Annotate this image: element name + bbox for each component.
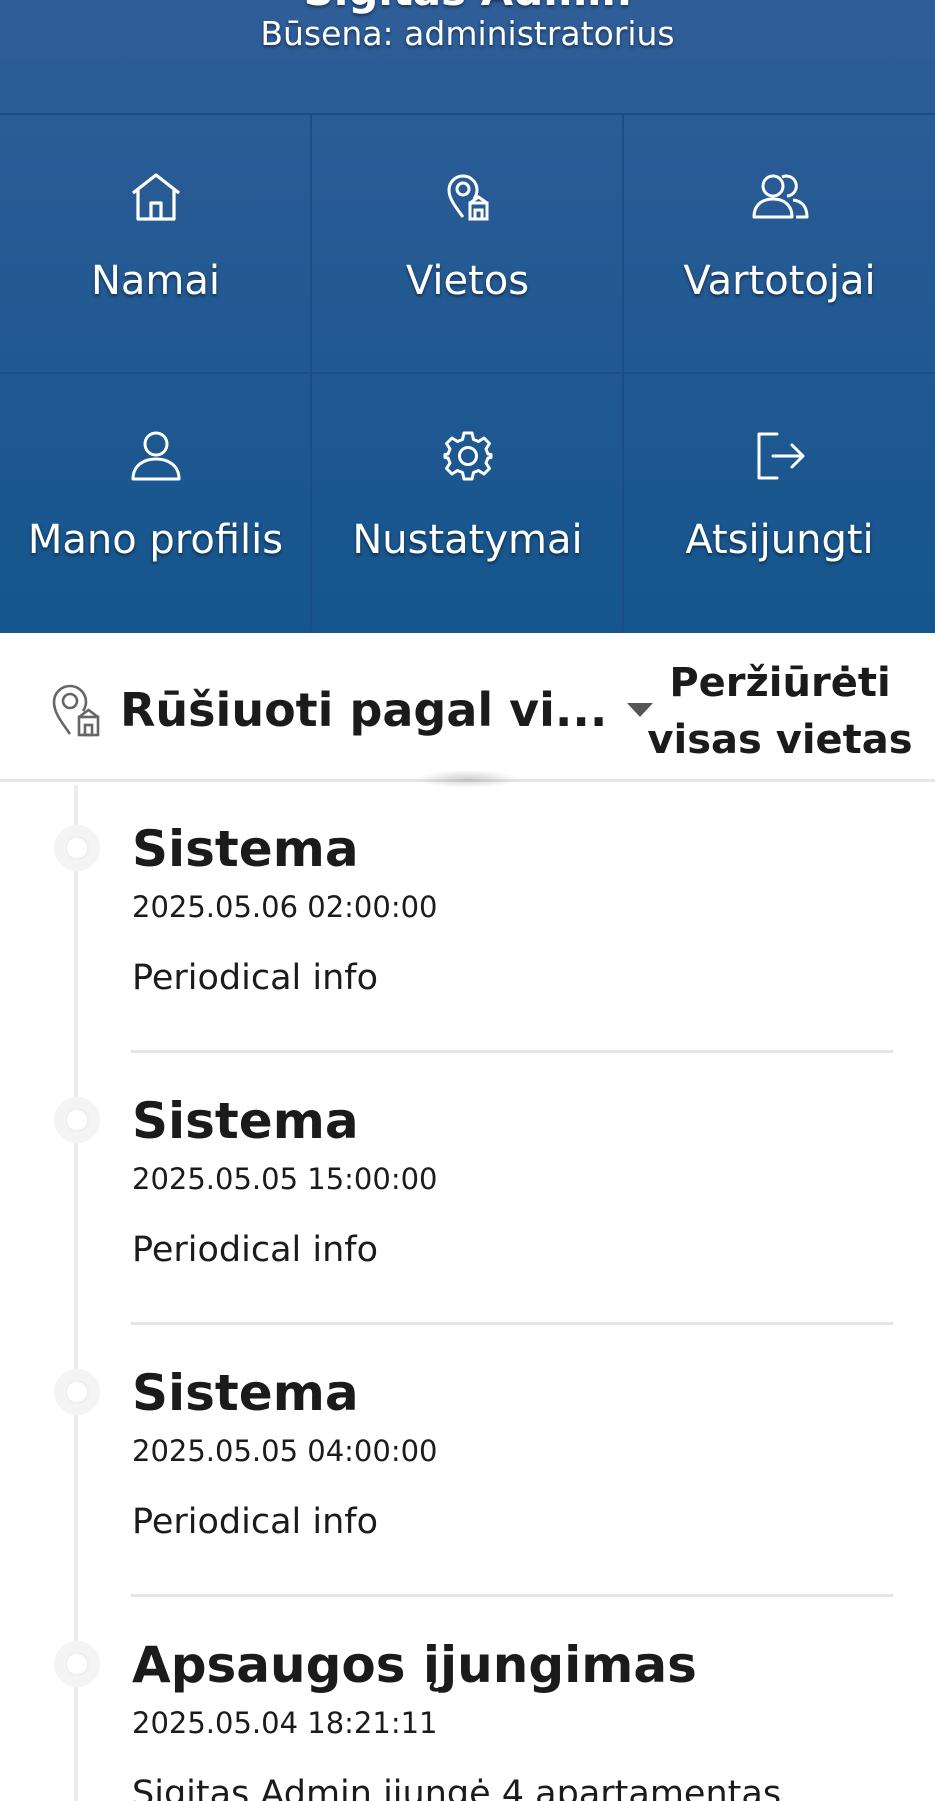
sort-dropdown[interactable]: Rūšiuoti pagal vi... xyxy=(50,665,654,755)
grid-divider xyxy=(622,115,624,633)
menu-label-home: Namai xyxy=(90,258,221,304)
event-title: Apsaugos įjungimas xyxy=(132,1636,697,1694)
menu-tile-settings[interactable]: Nustatymai xyxy=(312,374,623,632)
user-status: Būsena: administratorius xyxy=(260,14,675,53)
location-pin-icon xyxy=(52,684,100,737)
app-header: Sigitas Admin Būsena: administratorius N… xyxy=(0,0,935,633)
view-all-line-2: visas vietas xyxy=(647,717,913,763)
timeline-event[interactable]: Sistema 2025.05.06 02:00:00 Periodical i… xyxy=(0,785,935,1057)
menu-label-locations: Vietos xyxy=(405,258,530,304)
event-description: Periodical info xyxy=(132,1502,379,1542)
event-title: Sistema xyxy=(132,820,359,878)
timeline-dot xyxy=(54,1097,100,1143)
filter-bar: Rūšiuoti pagal vi... Peržiūrėti visas vi… xyxy=(0,633,935,782)
event-description: Periodical info xyxy=(132,1230,379,1270)
gear-icon xyxy=(312,430,623,482)
event-separator xyxy=(131,1322,893,1325)
timeline-event[interactable]: Sistema 2025.05.05 04:00:00 Periodical i… xyxy=(0,1329,935,1601)
view-all-line-1: Peržiūrėti xyxy=(669,660,891,706)
menu-label-users: Vartotojai xyxy=(683,258,876,304)
timeline-event[interactable]: Apsaugos įjungimas 2025.05.04 18:21:11 S… xyxy=(0,1601,935,1801)
view-all-locations-button[interactable]: Peržiūrėti visas vietas xyxy=(640,655,920,769)
grid-divider xyxy=(310,115,312,633)
sort-dropdown-value: Rūšiuoti pagal vi... xyxy=(120,683,608,737)
event-title: Sistema xyxy=(132,1364,359,1422)
event-separator xyxy=(131,1594,893,1597)
event-timestamp: 2025.05.04 18:21:11 xyxy=(132,1706,438,1740)
logout-icon xyxy=(624,430,935,482)
menu-tile-locations[interactable]: Vietos xyxy=(312,115,623,373)
event-separator xyxy=(131,1050,893,1053)
menu-tile-users[interactable]: Vartotojai xyxy=(624,115,935,373)
menu-label-settings: Nustatymai xyxy=(352,517,583,563)
timeline-dot xyxy=(54,825,100,871)
menu-tile-profile[interactable]: Mano profilis xyxy=(0,374,311,632)
event-title: Sistema xyxy=(132,1092,359,1150)
grid-divider xyxy=(0,372,935,374)
event-timestamp: 2025.05.05 04:00:00 xyxy=(132,1434,438,1468)
event-timestamp: 2025.05.06 02:00:00 xyxy=(132,890,438,924)
location-pin-icon xyxy=(312,171,623,223)
event-description: Periodical info xyxy=(132,958,379,998)
menu-tile-home[interactable]: Namai xyxy=(0,115,311,373)
users-icon xyxy=(624,171,935,223)
home-icon xyxy=(0,171,311,223)
user-icon xyxy=(0,430,311,482)
menu-label-logout: Atsijungti xyxy=(685,517,874,563)
timeline-dot xyxy=(54,1369,100,1415)
event-timeline[interactable]: Sistema 2025.05.06 02:00:00 Periodical i… xyxy=(0,785,935,1801)
event-description: Sigitas Admin įjungė 4 apartamentas xyxy=(132,1774,782,1801)
menu-label-profile: Mano profilis xyxy=(27,517,284,563)
event-timestamp: 2025.05.05 15:00:00 xyxy=(132,1162,438,1196)
timeline-event[interactable]: Sistema 2025.05.05 15:00:00 Periodical i… xyxy=(0,1057,935,1329)
menu-tile-logout[interactable]: Atsijungti xyxy=(624,374,935,632)
user-name-title: Sigitas Admin xyxy=(0,0,935,15)
timeline-dot xyxy=(54,1641,100,1687)
main-menu-grid: Namai Vietos Vartotojai Mano profilis Nu… xyxy=(0,113,935,633)
